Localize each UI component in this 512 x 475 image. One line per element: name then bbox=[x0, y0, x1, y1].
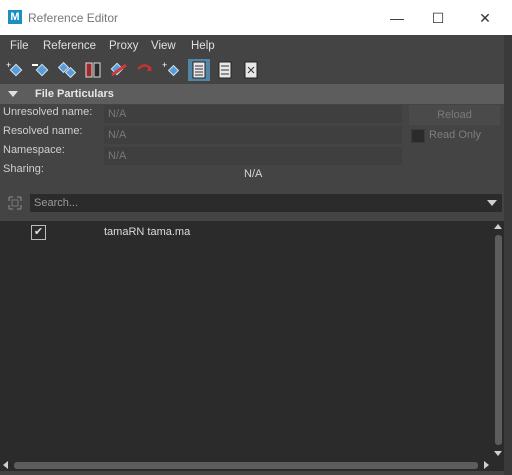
horizontal-scrollbar[interactable] bbox=[0, 459, 504, 471]
reference-name: tamaRN tama.ma bbox=[104, 226, 191, 238]
section-title: File Particulars bbox=[35, 88, 114, 100]
vertical-scrollbar[interactable] bbox=[492, 221, 504, 459]
read-only-checkbox[interactable] bbox=[411, 129, 425, 143]
maya-logo-icon: M bbox=[8, 10, 22, 24]
menu-reference[interactable]: Reference bbox=[43, 40, 96, 52]
unresolved-name-field[interactable]: N/A bbox=[104, 105, 402, 123]
svg-text:+: + bbox=[162, 60, 167, 70]
reference-loaded-checkbox[interactable]: ✔ bbox=[31, 225, 46, 240]
reload-button[interactable]: Reload bbox=[409, 105, 500, 125]
sharing-value: N/A bbox=[244, 168, 263, 180]
menu-file[interactable]: File bbox=[10, 40, 29, 52]
vertical-scroll-thumb[interactable] bbox=[495, 235, 502, 445]
menu-view[interactable]: View bbox=[151, 40, 176, 52]
collapse-arrow-icon[interactable] bbox=[8, 91, 18, 97]
namespace-label: Namespace: bbox=[3, 144, 65, 156]
search-dropdown-icon[interactable] bbox=[487, 200, 497, 206]
menu-bar: File Reference Proxy View Help bbox=[0, 35, 512, 57]
import-objects-icon[interactable] bbox=[56, 59, 78, 81]
duplicate-reference-icon[interactable] bbox=[82, 59, 104, 81]
scroll-up-icon[interactable] bbox=[494, 224, 502, 229]
file-particulars-header[interactable]: File Particulars bbox=[0, 84, 504, 104]
read-only-label: Read Only bbox=[429, 129, 481, 141]
horizontal-scroll-thumb[interactable] bbox=[14, 462, 478, 469]
select-file-contents-icon[interactable]: + bbox=[160, 59, 182, 81]
close-button[interactable]: ✕ bbox=[475, 9, 495, 27]
filter-icon[interactable] bbox=[6, 194, 24, 212]
unresolved-name-label: Unresolved name: bbox=[3, 106, 93, 118]
list-proxies-icon[interactable] bbox=[240, 59, 262, 81]
window-edge bbox=[504, 35, 512, 475]
window-title: Reference Editor bbox=[28, 11, 119, 25]
title-bar: M Reference Editor — ☐ ✕ bbox=[0, 0, 512, 35]
minimize-button[interactable]: — bbox=[387, 9, 407, 27]
search-input[interactable]: Search... bbox=[30, 194, 502, 212]
namespace-field[interactable]: N/A bbox=[104, 147, 402, 165]
reference-list: ✔ tamaRN tama.ma bbox=[0, 221, 492, 459]
reload-reference-icon[interactable] bbox=[134, 59, 156, 81]
sharing-label: Sharing: bbox=[3, 163, 44, 175]
list-item[interactable]: ✔ tamaRN tama.ma bbox=[0, 224, 492, 242]
remove-reference-icon[interactable] bbox=[30, 59, 52, 81]
menu-help[interactable]: Help bbox=[191, 40, 215, 52]
menu-proxy[interactable]: Proxy bbox=[109, 40, 138, 52]
resolved-name-label: Resolved name: bbox=[3, 125, 83, 137]
scroll-down-icon[interactable] bbox=[494, 451, 502, 456]
scroll-left-icon[interactable] bbox=[3, 461, 8, 469]
scroll-right-icon[interactable] bbox=[484, 461, 489, 469]
list-details-icon[interactable] bbox=[214, 59, 236, 81]
toolbar: + + bbox=[0, 57, 512, 83]
unload-reference-icon[interactable] bbox=[108, 59, 130, 81]
resolved-name-field[interactable]: N/A bbox=[104, 126, 402, 144]
create-reference-icon[interactable]: + bbox=[4, 59, 26, 81]
maximize-button[interactable]: ☐ bbox=[428, 9, 448, 27]
svg-text:+: + bbox=[6, 60, 11, 70]
list-view-icon[interactable] bbox=[188, 59, 210, 81]
